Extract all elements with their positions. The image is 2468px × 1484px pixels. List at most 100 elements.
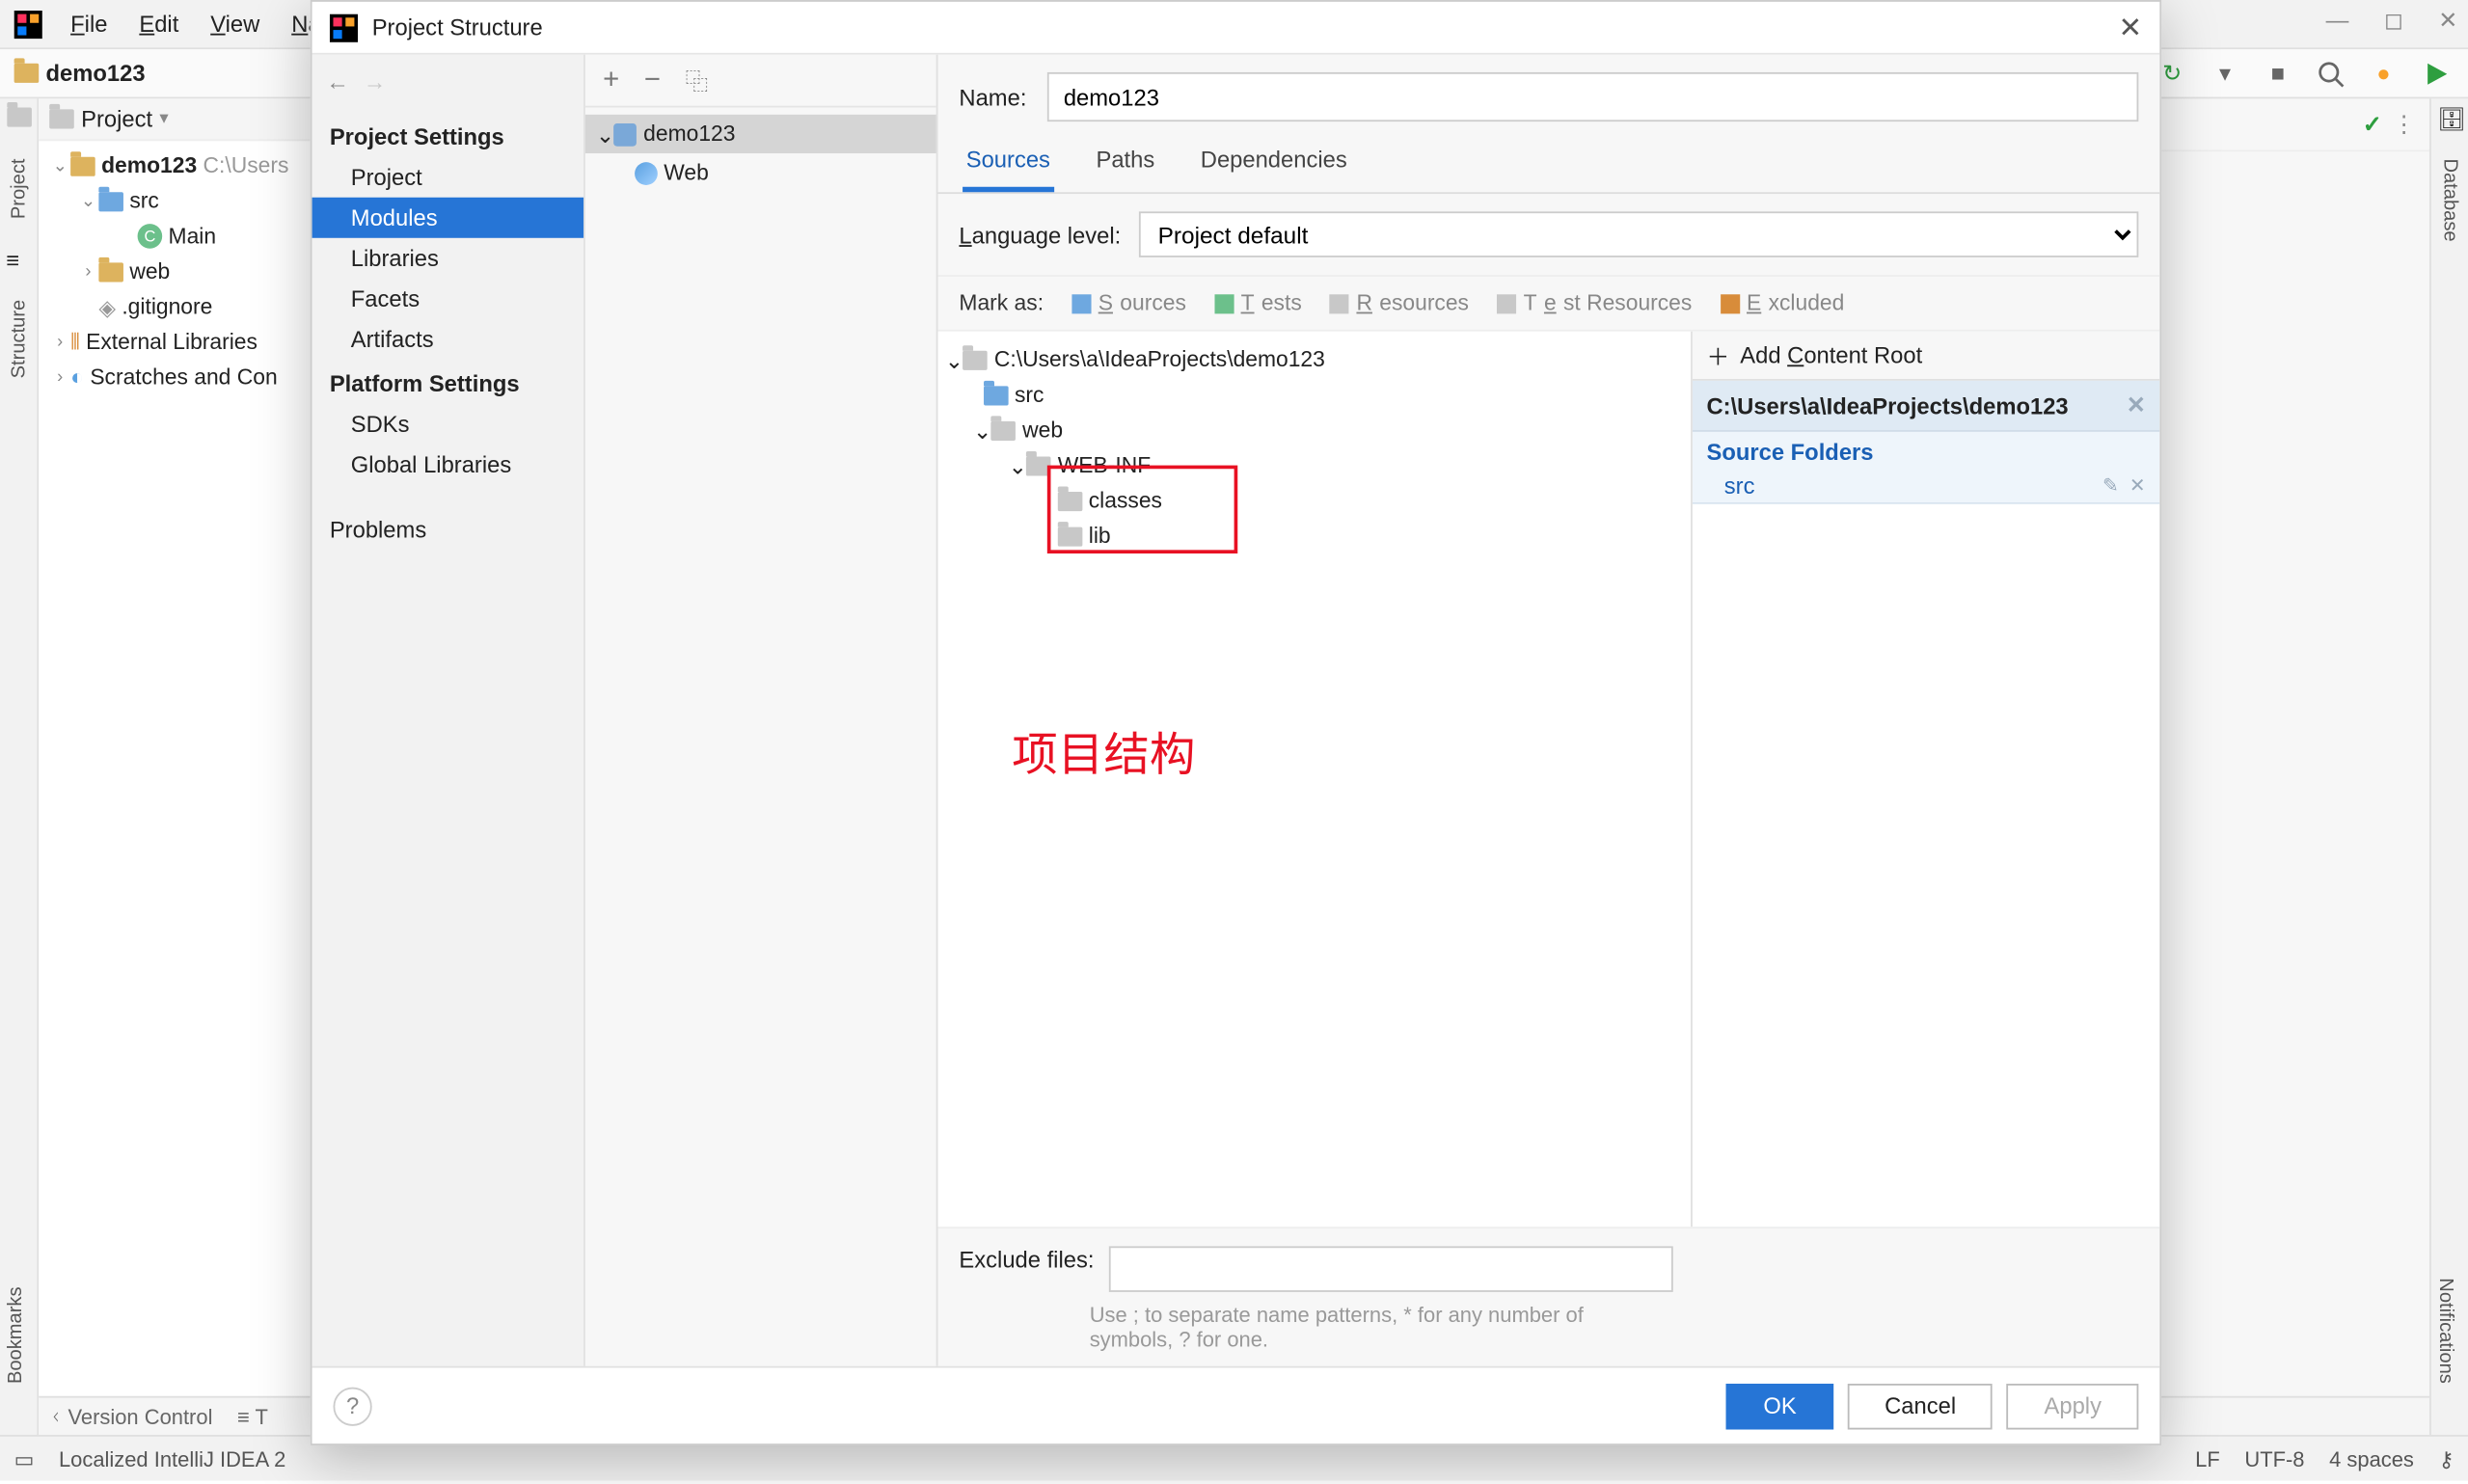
status-lock-icon[interactable]: ⚷	[2438, 1446, 2454, 1471]
module-name-input[interactable]	[1047, 72, 2138, 121]
tree-main[interactable]: C Main	[39, 219, 311, 255]
rail-database[interactable]: Database	[2439, 151, 2460, 249]
left-tool-rail: Project ≡ Structure	[0, 98, 39, 1435]
tree-src-folder[interactable]: src	[937, 377, 1691, 413]
window-minimize-icon[interactable]: —	[2326, 7, 2349, 35]
tab-version-control[interactable]: ᚲ Version Control	[49, 1404, 212, 1429]
add-content-root-button[interactable]: ＋Add Content Root	[1693, 332, 2159, 381]
nav-item-sdks[interactable]: SDKs	[312, 404, 584, 445]
nav-item-libraries[interactable]: Libraries	[312, 238, 584, 279]
folder-icon	[991, 420, 1017, 440]
folder-icon	[98, 261, 123, 281]
nav-back-icon[interactable]: ←	[326, 68, 349, 94]
nav-section-project-settings: Project Settings	[312, 113, 584, 157]
window-close-icon[interactable]: ✕	[2438, 7, 2457, 35]
nav-item-project[interactable]: Project	[312, 157, 584, 198]
module-item-demo123[interactable]: ⌄ demo123	[585, 115, 936, 153]
nav-section-platform-settings: Platform Settings	[312, 360, 584, 404]
exclude-files-hint: Use ; to separate name patterns, * for a…	[937, 1303, 1678, 1366]
tab-paths[interactable]: Paths	[1093, 136, 1158, 192]
nav-forward-icon[interactable]: →	[364, 68, 387, 94]
dialog-footer: ? OK Cancel Apply	[312, 1366, 2160, 1444]
remove-module-icon[interactable]: −	[644, 65, 661, 96]
dialog-close-icon[interactable]: ✕	[2119, 10, 2143, 45]
plus-icon: ＋	[1707, 338, 1730, 372]
tree-external-libraries[interactable]: ›⫴ External Libraries	[39, 324, 311, 360]
mark-sources-button[interactable]: Sources	[1071, 291, 1186, 316]
rail-notifications[interactable]: Notifications	[2429, 1271, 2461, 1390]
content-roots-panel: ＋Add Content Root C:\Users\a\IdeaProject…	[1693, 332, 2159, 1228]
tab-dependencies[interactable]: Dependencies	[1197, 136, 1350, 192]
tree-web-folder[interactable]: ⌄ web	[937, 413, 1691, 448]
project-rail-icon[interactable]	[6, 106, 31, 131]
play-icon[interactable]	[2419, 56, 2454, 92]
nav-item-modules[interactable]: Modules	[312, 198, 584, 238]
app-logo-icon	[14, 10, 42, 38]
source-folder-icon	[984, 385, 1009, 404]
chevron-down-icon[interactable]: ▾	[2208, 56, 2243, 92]
libraries-icon: ⫴	[70, 329, 80, 355]
status-encoding[interactable]: UTF-8	[2244, 1446, 2304, 1471]
web-icon	[635, 161, 658, 184]
add-module-icon[interactable]: +	[603, 65, 619, 96]
exclude-files-input[interactable]	[1108, 1246, 1672, 1292]
rail-structure[interactable]: Structure	[8, 293, 29, 386]
remove-icon[interactable]: ✕	[2129, 474, 2146, 498]
apply-button[interactable]: Apply	[2007, 1383, 2138, 1429]
module-tabs: Sources Paths Dependencies	[937, 136, 2159, 194]
annotation-text: 项目结构	[1012, 719, 1195, 785]
source-folder-src[interactable]: src ✎✕	[1693, 469, 2159, 504]
tab-sources[interactable]: Sources	[963, 136, 1054, 192]
tree-gitignore[interactable]: ◈ .gitignore	[39, 289, 311, 325]
nav-item-global-libraries[interactable]: Global Libraries	[312, 445, 584, 485]
cancel-button[interactable]: Cancel	[1848, 1383, 1993, 1429]
rail-project[interactable]: Project	[8, 151, 29, 226]
status-line-ending[interactable]: LF	[2195, 1446, 2220, 1471]
project-folder-icon	[14, 64, 40, 83]
breadcrumb-project[interactable]: demo123	[46, 60, 146, 86]
tree-project-root[interactable]: ⌄ demo123 C:\Users	[39, 148, 311, 184]
status-icon[interactable]: ▭	[14, 1446, 35, 1471]
nav-item-problems[interactable]: Problems	[312, 509, 584, 550]
stop-icon[interactable]: ■	[2260, 56, 2295, 92]
structure-rail-icon[interactable]: ≡	[6, 247, 31, 272]
database-rail-icon[interactable]: 🗄	[2437, 106, 2462, 131]
tree-web[interactable]: › web	[39, 254, 311, 289]
status-indent[interactable]: 4 spaces	[2329, 1446, 2414, 1471]
dialog-left-nav: ← → Project Settings Project Modules Lib…	[312, 55, 585, 1366]
nav-item-facets[interactable]: Facets	[312, 279, 584, 319]
ok-button[interactable]: OK	[1726, 1383, 1833, 1429]
tree-content-root[interactable]: ⌄ C:\Users\a\IdeaProjects\demo123	[937, 342, 1691, 378]
status-message: Localized IntelliJ IDEA 2	[59, 1446, 285, 1471]
more-icon[interactable]: ⋮	[2393, 110, 2416, 138]
mark-test-resources-button[interactable]: Test Resources	[1497, 291, 1692, 316]
copy-module-icon[interactable]: ⿻	[686, 64, 709, 97]
nav-item-artifacts[interactable]: Artifacts	[312, 319, 584, 360]
module-facet-web[interactable]: Web	[585, 153, 936, 192]
mark-excluded-button[interactable]: Excluded	[1721, 291, 1845, 316]
project-panel-header: Project ▾	[39, 98, 311, 141]
name-label: Name:	[959, 84, 1026, 110]
edit-icon[interactable]: ✎	[2102, 474, 2119, 498]
menu-view[interactable]: View	[197, 5, 274, 41]
remove-content-root-icon[interactable]: ✕	[2127, 391, 2146, 419]
inspections-ok-icon[interactable]: ✓	[2363, 110, 2382, 138]
mark-tests-button[interactable]: Tests	[1214, 291, 1302, 316]
menu-edit[interactable]: Edit	[125, 5, 193, 41]
rail-bookmarks[interactable]: Bookmarks	[0, 1280, 32, 1390]
menu-file[interactable]: FFileile	[56, 5, 122, 41]
project-panel-title[interactable]: Project	[81, 106, 152, 132]
content-root-path[interactable]: C:\Users\a\IdeaProjects\demo123 ✕	[1693, 381, 2159, 432]
help-button[interactable]: ?	[333, 1387, 371, 1425]
tree-scratches[interactable]: ›◐ Scratches and Con	[39, 360, 311, 395]
folder-icon	[70, 156, 95, 175]
chevron-down-icon[interactable]: ▾	[159, 109, 168, 128]
tree-src[interactable]: ⌄ src	[39, 183, 311, 219]
mark-resources-button[interactable]: Resources	[1330, 291, 1469, 316]
project-tool-window: Project ▾ ⌄ demo123 C:\Users ⌄ src C Mai…	[39, 98, 312, 1435]
search-icon[interactable]	[2313, 56, 2348, 92]
bulb-icon[interactable]: ●	[2366, 56, 2401, 92]
tab-todo[interactable]: ≡ T	[237, 1404, 268, 1429]
window-maximize-icon[interactable]: ◻	[2384, 7, 2403, 35]
language-level-select[interactable]: Project default	[1139, 211, 2139, 257]
